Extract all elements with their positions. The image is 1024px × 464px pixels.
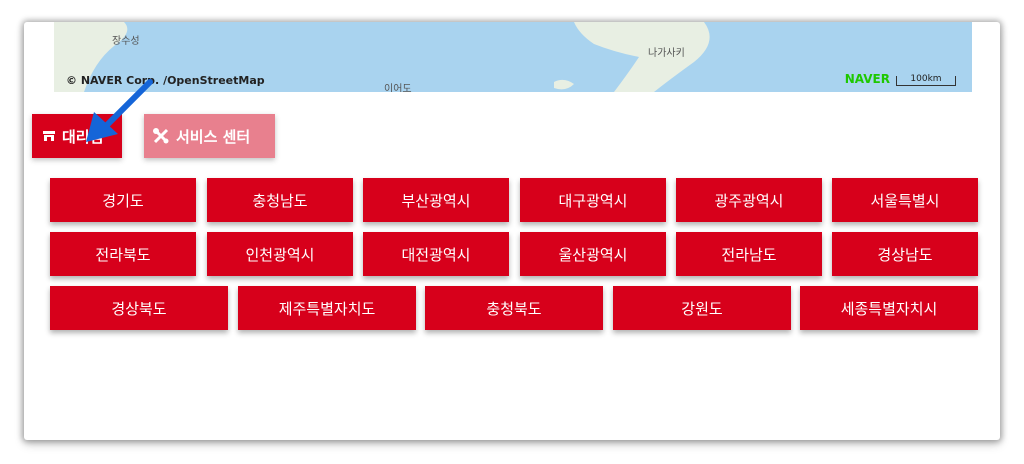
region-button[interactable]: 대구광역시: [520, 178, 666, 222]
region-button[interactable]: 경상남도: [832, 232, 978, 276]
map-label-ieodo: 이어도: [384, 84, 412, 92]
region-button[interactable]: 광주광역시: [676, 178, 822, 222]
region-button[interactable]: 충청북도: [425, 286, 603, 330]
map-scale: 100km: [896, 75, 956, 86]
region-button[interactable]: 전라남도: [676, 232, 822, 276]
region-button[interactable]: 울산광역시: [520, 232, 666, 276]
region-button[interactable]: 대전광역시: [363, 232, 509, 276]
region-button[interactable]: 인천광역시: [207, 232, 353, 276]
map-label-nagasaki: 나가사키: [648, 48, 685, 59]
region-button[interactable]: 서울특별시: [832, 178, 978, 222]
region-button[interactable]: 경상북도: [50, 286, 228, 330]
region-button[interactable]: 충청남도: [207, 178, 353, 222]
region-button[interactable]: 세종특별자치시: [800, 286, 978, 330]
page-frame: 장수성 나가사키 이어도 © NAVER Corp. /OpenStreetMa…: [24, 22, 1000, 440]
region-button[interactable]: 제주특별자치도: [238, 286, 416, 330]
tools-icon: [152, 127, 170, 145]
tab-service-label: 서비스 센터: [176, 127, 251, 146]
map-view[interactable]: 장수성 나가사키 이어도 © NAVER Corp. /OpenStreetMa…: [54, 22, 972, 92]
region-button[interactable]: 부산광역시: [363, 178, 509, 222]
annotation-arrow-icon: [86, 79, 153, 142]
naver-logo: NAVER: [844, 72, 890, 86]
store-icon: [42, 130, 56, 142]
region-button[interactable]: 경기도: [50, 178, 196, 222]
region-button[interactable]: 강원도: [613, 286, 791, 330]
tab-service-center[interactable]: 서비스 센터: [144, 114, 275, 158]
region-button[interactable]: 전라북도: [50, 232, 196, 276]
map-label-changshu: 장수성: [112, 36, 140, 47]
